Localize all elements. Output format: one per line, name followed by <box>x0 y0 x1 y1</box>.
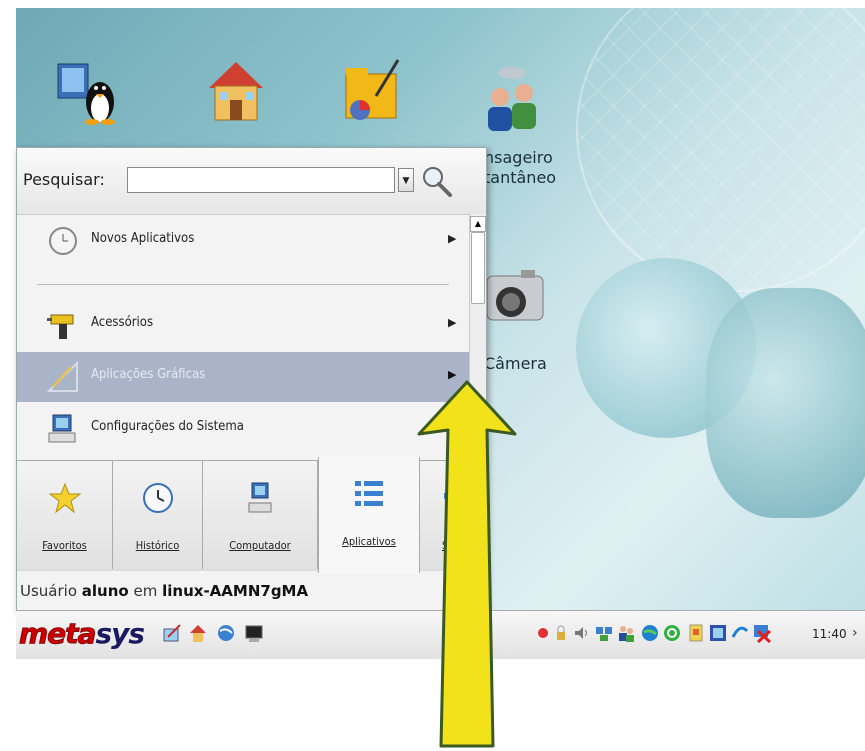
search-bar: Pesquisar: ▼ <box>17 148 486 215</box>
tab-aplicativos[interactable]: Aplicativos <box>318 457 420 573</box>
menu-item-label: Aplicações Gráficas <box>91 367 206 382</box>
drill-icon <box>47 314 74 339</box>
tab-label: Histórico <box>135 539 180 552</box>
scroll-up-button[interactable]: ▲ <box>470 216 486 232</box>
menu-item-label: Novos Aplicativos <box>91 231 195 246</box>
lock-icon[interactable] <box>554 623 568 643</box>
scroll-thumb[interactable] <box>471 232 485 304</box>
shape-decoration <box>706 288 865 518</box>
menu-item-novos-aplicativos[interactable]: Novos Aplicativos ▶ <box>17 216 469 266</box>
tab-label: Aplicativos <box>342 535 396 548</box>
browser-icon[interactable] <box>216 623 236 643</box>
user-name: aluno <box>81 582 129 600</box>
host-name: linux-AAMN7gMA <box>162 582 309 600</box>
star-icon <box>48 482 81 514</box>
menu-separator <box>37 284 449 285</box>
linux-computer-icon[interactable] <box>56 58 126 128</box>
tab-computador[interactable]: Computador <box>203 461 318 569</box>
search-label: Pesquisar: <box>23 170 105 189</box>
power-icon[interactable] <box>662 623 682 643</box>
menu-item-aplicacoes-graficas[interactable]: Aplicações Gráficas ▶ <box>17 352 469 402</box>
up-arrow-annotation <box>417 380 517 748</box>
chevron-right-icon[interactable]: › <box>852 625 858 641</box>
home-icon[interactable] <box>201 56 271 126</box>
network-icon[interactable] <box>594 623 614 643</box>
clock-icon <box>142 483 173 513</box>
tab-label: Favoritos <box>42 539 87 552</box>
user-mid: em <box>133 582 158 600</box>
clock-icon <box>49 227 77 255</box>
computer-settings-icon <box>48 414 76 443</box>
search-icon[interactable] <box>419 164 453 198</box>
globe-grid-decoration <box>576 8 865 292</box>
submenu-arrow-icon: ▶ <box>448 316 457 329</box>
menu-item-configuracoes-do-sistema[interactable]: Configurações do Sistema <box>17 404 469 454</box>
home-icon[interactable] <box>188 623 208 643</box>
menu-item-acessorios[interactable]: Acessórios ▶ <box>17 300 469 350</box>
users-icon[interactable] <box>616 623 636 643</box>
camera-icon[interactable] <box>481 260 551 340</box>
volume-icon[interactable] <box>572 623 592 643</box>
globe-icon[interactable] <box>640 623 660 643</box>
menu-item-label: Configurações do Sistema <box>91 419 244 434</box>
apps-list-icon <box>355 481 383 506</box>
logo-sys: sys <box>95 617 145 650</box>
tab-label: Computador <box>229 539 291 552</box>
menu-item-label: Acessórios <box>91 315 154 330</box>
tab-historico[interactable]: Histórico <box>113 461 203 569</box>
search-input[interactable] <box>127 167 395 193</box>
tab-favoritos[interactable]: Favoritos <box>17 461 113 569</box>
refresh-icon[interactable] <box>730 623 750 643</box>
clock[interactable]: 11:40 <box>812 627 847 641</box>
document-icon[interactable] <box>686 623 706 643</box>
metasys-logo[interactable]: metasys <box>18 617 145 651</box>
stop-icon[interactable] <box>536 623 550 643</box>
office-folder-icon[interactable] <box>336 56 406 126</box>
search-dropdown-button[interactable]: ▼ <box>398 168 414 192</box>
logo-meta: meta <box>18 617 96 651</box>
messenger-label: nsageiro tantâneo <box>484 148 557 187</box>
computer-icon <box>248 482 272 513</box>
user-prefix: Usuário <box>20 582 78 600</box>
window-icon[interactable] <box>708 623 728 643</box>
disconnected-icon[interactable] <box>752 623 772 643</box>
messenger-icon[interactable] <box>478 63 548 133</box>
graphics-icon <box>47 361 78 392</box>
edit-icon[interactable] <box>162 623 182 643</box>
submenu-arrow-icon: ▶ <box>448 232 457 245</box>
terminal-icon[interactable] <box>244 623 264 643</box>
camera-label: Câmera <box>484 354 547 373</box>
